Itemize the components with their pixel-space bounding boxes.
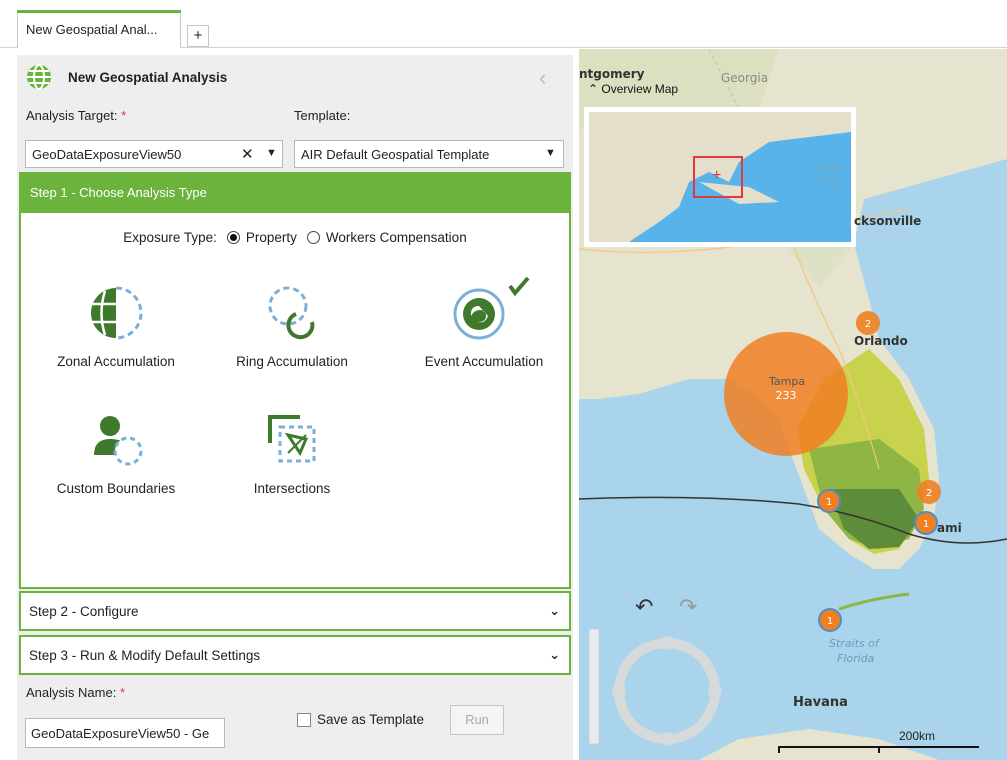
- svg-text:2: 2: [926, 488, 932, 499]
- map-label-straits-1: Straits of: [829, 637, 879, 650]
- template-select[interactable]: AIR Default Geospatial Template ▼: [294, 140, 564, 168]
- panel-header: New Geospatial Analysis: [26, 63, 227, 91]
- clear-target-icon[interactable]: ✕: [241, 145, 254, 163]
- workers-compensation-radio[interactable]: [306, 231, 320, 244]
- overview-map-label: Overview Map: [601, 82, 679, 96]
- zonal-accumulation-label: Zonal Accumulation: [57, 354, 175, 369]
- collapse-panel-chevron-icon[interactable]: ‹: [539, 65, 546, 91]
- panel-title: New Geospatial Analysis: [68, 69, 228, 85]
- tampa-cluster[interactable]: 233: [724, 332, 848, 456]
- map-label-atlantic-1: Atlan: [813, 161, 842, 174]
- redo-icon[interactable]: ↷: [679, 594, 697, 620]
- svg-text:1: 1: [827, 616, 833, 627]
- overview-map-canvas: + Atlan Ocea: [589, 112, 851, 242]
- map-label-georgia: Georgia: [721, 71, 769, 85]
- analysis-target-label: Analysis Target: *: [26, 108, 127, 123]
- keys-cluster[interactable]: 1: [818, 608, 842, 632]
- overview-map[interactable]: + Atlan Ocea: [584, 107, 856, 247]
- svg-text:1: 1: [923, 519, 929, 530]
- analysis-target-value: GeoDataExposureView50: [32, 147, 182, 162]
- tab-label: New Geospatial Anal...: [26, 22, 158, 37]
- analysis-name-label: Analysis Name: *: [26, 685, 125, 700]
- step-3-title: Step 3 - Run & Modify Default Settings: [29, 648, 261, 663]
- map-label-atlantic-2: Ocea: [813, 175, 842, 188]
- pan-zoom-control[interactable]: [585, 629, 725, 760]
- tab-new-geospatial-analysis[interactable]: New Geospatial Anal...: [17, 10, 181, 48]
- property-radio[interactable]: [226, 231, 240, 244]
- fort-myers-cluster[interactable]: 1: [817, 489, 841, 513]
- map-view[interactable]: 233 2 1 2 1 1 ntgomery Georgia ⌃ Overvie…: [579, 49, 1007, 760]
- event-accumulation-option[interactable]: Event Accumulation: [405, 272, 563, 369]
- scale-bar-label: 200km: [899, 729, 936, 743]
- pan-north-icon[interactable]: [660, 636, 674, 650]
- chevron-down-icon[interactable]: ⌄: [549, 647, 560, 663]
- target-dropdown-icon[interactable]: ▼: [266, 147, 277, 159]
- exposure-type-label: Exposure Type:: [123, 230, 217, 245]
- analysis-panel: New Geospatial Analysis ‹ Analysis Targe…: [17, 55, 573, 760]
- crosshair-icon: +: [712, 167, 722, 184]
- ring-accumulation-icon: [268, 286, 315, 340]
- ring-accumulation-option[interactable]: Ring Accumulation: [217, 282, 367, 369]
- pan-west-icon[interactable]: [612, 684, 626, 698]
- custom-boundaries-label: Custom Boundaries: [56, 481, 176, 496]
- map-label-tampa: Tampa: [769, 375, 806, 388]
- map-label-miami: ami: [937, 521, 962, 535]
- analysis-target-select[interactable]: GeoDataExposureView50 ✕ ▼: [25, 140, 283, 168]
- custom-boundaries-icon: [94, 416, 143, 466]
- event-accumulation-icon: [453, 276, 530, 340]
- step-1-header[interactable]: Step 1 - Choose Analysis Type: [21, 174, 569, 213]
- chevron-down-icon[interactable]: ⌄: [549, 603, 560, 619]
- intersections-icon: [268, 415, 316, 463]
- template-label: Template:: [294, 108, 351, 123]
- property-radio-label[interactable]: Property: [246, 230, 297, 245]
- zoom-slider[interactable]: [588, 629, 600, 745]
- save-as-template-checkbox[interactable]: Save as Template: [297, 712, 424, 727]
- map-label-jacksonville: cksonville: [854, 214, 922, 228]
- pan-ring[interactable]: [614, 638, 720, 744]
- run-button[interactable]: Run: [450, 705, 504, 735]
- map-label-straits-2: Florida: [837, 652, 875, 665]
- step-1-section: Step 1 - Choose Analysis Type Exposure T…: [19, 172, 571, 589]
- event-accumulation-label: Event Accumulation: [424, 354, 544, 369]
- overview-map-toggle[interactable]: ⌃ Overview Map: [588, 82, 678, 96]
- miami-north-cluster[interactable]: 2: [917, 480, 941, 504]
- miami-cluster[interactable]: 1: [914, 511, 938, 535]
- workers-compensation-label[interactable]: Workers Compensation: [326, 230, 467, 245]
- chevron-up-icon: ⌃: [588, 82, 599, 96]
- custom-boundaries-option[interactable]: Custom Boundaries: [41, 409, 191, 496]
- ring-accumulation-label: Ring Accumulation: [236, 354, 348, 369]
- save-as-template-label: Save as Template: [317, 712, 425, 727]
- step-2-title: Step 2 - Configure: [29, 604, 139, 619]
- zonal-accumulation-icon: [91, 286, 143, 340]
- tab-bar: New Geospatial Anal... +: [0, 0, 1007, 48]
- step-3-section[interactable]: Step 3 - Run & Modify Default Settings ⌄: [19, 635, 571, 675]
- step-2-section[interactable]: Step 2 - Configure ⌄: [19, 591, 571, 631]
- exposure-type-row: Exposure Type: Property Workers Compensa…: [21, 230, 569, 245]
- pan-east-icon[interactable]: [708, 684, 722, 698]
- map-label-montgomery: ntgomery: [579, 67, 645, 81]
- checkbox-box[interactable]: [297, 712, 311, 727]
- svg-text:1: 1: [826, 497, 832, 508]
- globe-icon: [27, 64, 51, 90]
- undo-icon[interactable]: ↶: [635, 594, 653, 620]
- map-label-havana: Havana: [793, 695, 848, 710]
- analysis-name-input[interactable]: GeoDataExposureView50 - Ge: [25, 718, 225, 748]
- intersections-label: Intersections: [253, 481, 331, 496]
- svg-text:2: 2: [865, 319, 871, 330]
- svg-text:233: 233: [776, 389, 797, 402]
- orlando-cluster[interactable]: 2: [856, 311, 880, 335]
- overview-extent-box[interactable]: +: [693, 156, 743, 198]
- zonal-accumulation-option[interactable]: Zonal Accumulation: [41, 282, 191, 369]
- intersections-option[interactable]: Intersections: [217, 409, 367, 496]
- template-dropdown-icon[interactable]: ▼: [545, 147, 556, 159]
- map-label-orlando: Orlando: [854, 334, 908, 348]
- pan-south-icon[interactable]: [660, 732, 674, 746]
- template-value: AIR Default Geospatial Template: [301, 147, 490, 162]
- add-tab-button[interactable]: +: [187, 25, 209, 47]
